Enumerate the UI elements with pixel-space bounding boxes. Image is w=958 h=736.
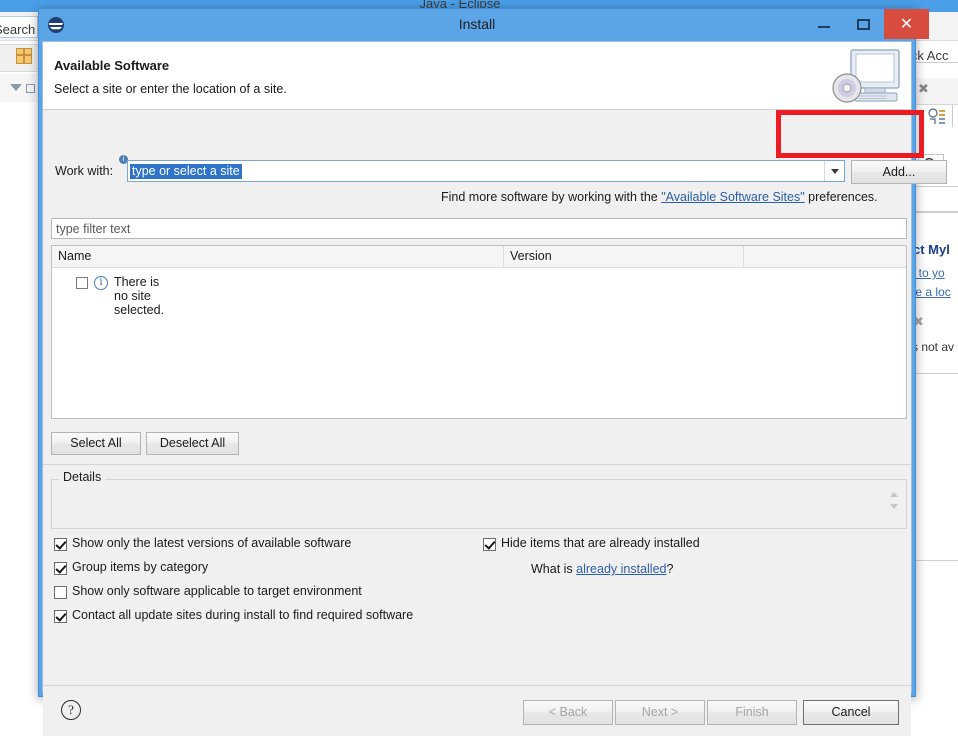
minimize-button[interactable] <box>805 9 843 39</box>
gift-icon[interactable] <box>16 48 32 64</box>
add-site-button[interactable]: Add... <box>851 160 947 184</box>
back-button[interactable]: < Back <box>523 700 613 725</box>
option-hide-installed-checkbox[interactable] <box>483 538 496 551</box>
minimize-view-icon[interactable] <box>26 84 35 93</box>
dialog-header: Available Software Select a site or ente… <box>43 42 911 110</box>
find-more-software-text: Find more software by working with the "… <box>441 190 878 204</box>
details-scrollbar[interactable] <box>888 490 900 516</box>
details-group <box>51 479 907 529</box>
what-is-suffix: ? <box>666 562 674 576</box>
dialog-body: Available Software Select a site or ente… <box>42 41 947 736</box>
chevron-down-icon <box>831 169 839 174</box>
connect-mylyn-title: ct Myl <box>913 242 950 257</box>
connect-mylyn-link-2[interactable]: te a loc <box>912 285 951 299</box>
what-is-already-installed: What is already installed? <box>531 562 673 576</box>
available-software-table[interactable]: Name Version i There is no site selected… <box>51 245 907 419</box>
find-more-suffix: preferences. <box>804 190 878 204</box>
close-button[interactable]: ✕ <box>884 9 929 39</box>
next-button[interactable]: Next > <box>615 700 705 725</box>
filter-input[interactable] <box>51 218 907 239</box>
column-header-version[interactable]: Version <box>504 246 744 267</box>
work-with-value[interactable]: type or select a site <box>130 164 242 179</box>
row-checkbox[interactable] <box>76 277 88 289</box>
dialog-footer: ? < Back Next > Finish Cancel <box>43 686 911 736</box>
option-contact-update-sites-checkbox[interactable] <box>54 610 67 623</box>
table-header: Name Version <box>52 246 906 268</box>
divider <box>43 464 911 465</box>
work-with-combo[interactable]: type or select a site <box>127 160 845 182</box>
already-installed-link[interactable]: already installed <box>576 562 666 576</box>
connect-mylyn-link-2-text: te a loc <box>912 285 951 299</box>
dialog-title: Install <box>458 16 496 32</box>
what-is-prefix: What is <box>531 562 577 576</box>
workbench-search-label: Search <box>0 22 36 37</box>
close-icon: ✕ <box>899 14 914 33</box>
workbench-side-panel-top <box>910 186 958 212</box>
page-subtitle: Select a site or enter the location of a… <box>54 82 287 96</box>
deselect-all-button[interactable]: Deselect All <box>146 432 239 455</box>
option-group-by-category-label: Group items by category <box>72 560 209 574</box>
not-available-text: s not av <box>912 340 955 354</box>
row-name: There is no site selected. <box>114 275 165 317</box>
cancel-button[interactable]: Cancel <box>803 700 899 725</box>
option-latest-versions-checkbox[interactable] <box>54 538 67 551</box>
option-contact-update-sites-label: Contact all update sites during install … <box>72 608 414 622</box>
page-title: Available Software <box>54 58 170 73</box>
details-legend: Details <box>59 470 106 484</box>
option-target-environment-checkbox[interactable] <box>54 586 67 599</box>
install-dialog: Install ✕ Available Software Select a si… <box>38 8 947 736</box>
maximize-button[interactable] <box>844 9 882 39</box>
option-group-by-category-checkbox[interactable] <box>54 562 67 575</box>
dialog-titlebar[interactable]: Install ✕ <box>39 9 929 41</box>
find-more-prefix: Find more software by working with the <box>441 190 662 204</box>
connect-mylyn-link-1[interactable]: t to yo <box>912 266 945 280</box>
available-software-sites-link[interactable]: "Available Software Sites" <box>661 190 804 204</box>
scroll-down-icon[interactable] <box>890 504 898 509</box>
column-header-blank[interactable] <box>744 246 906 267</box>
minimize-icon <box>818 26 830 28</box>
workbench-bottom-panel <box>910 560 958 641</box>
work-with-dropdown-button[interactable] <box>824 161 844 181</box>
toolbar-separator <box>952 105 953 127</box>
option-latest-versions-label: Show only the latest versions of availab… <box>72 536 352 550</box>
column-header-name[interactable]: Name <box>52 246 504 267</box>
work-with-label: Work with: <box>55 164 114 178</box>
filter-triangle-icon[interactable] <box>10 84 22 91</box>
option-target-environment-label: Show only software applicable to target … <box>72 584 362 598</box>
info-icon: i <box>94 276 108 290</box>
maximize-icon <box>857 19 870 30</box>
monitor-disc-icon <box>832 49 900 103</box>
option-hide-installed-label: Hide items that are already installed <box>501 536 700 550</box>
outline-icon[interactable] <box>928 108 946 126</box>
help-icon[interactable]: ? <box>61 700 81 720</box>
close-icon[interactable]: ✖ <box>918 82 929 97</box>
finish-button[interactable]: Finish <box>707 700 797 725</box>
scroll-up-icon[interactable] <box>890 492 898 497</box>
select-all-button[interactable]: Select All <box>51 432 141 455</box>
